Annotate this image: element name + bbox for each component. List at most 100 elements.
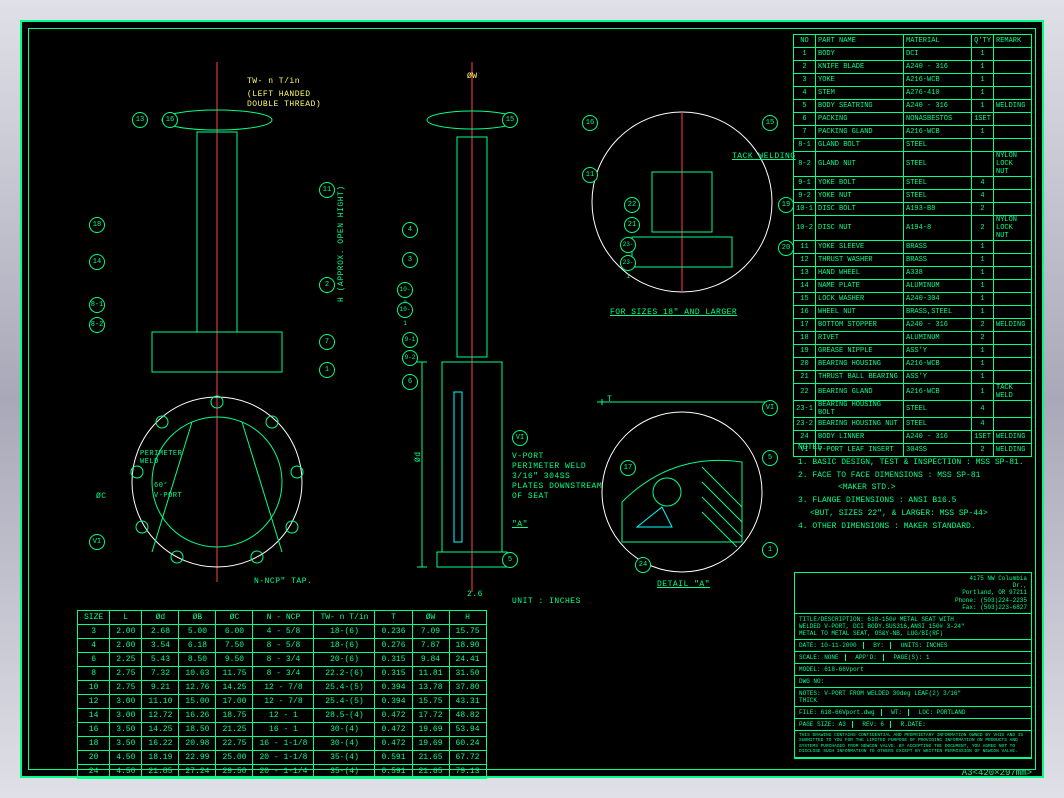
a-ref: "A"	[512, 520, 528, 529]
dim-header: T	[375, 611, 412, 625]
notes-row: NOTES: V-PORT FROM WELDED 30deg LEAF(2) …	[795, 688, 1031, 707]
bom-row: 9-2YOKE NUTSTEEL4	[794, 190, 1032, 203]
dim-row: 42.003.546.187.508 - 5/818-(6)0.2767.871…	[78, 639, 487, 653]
vport-note-3: 3/16" 304SS	[512, 472, 570, 481]
balloon-14: 14	[89, 254, 105, 270]
balloon-d1-20: 20	[778, 240, 794, 256]
balloon-9-2: 9-2	[402, 350, 418, 366]
bom-row: 22BEARING GLANDA216-WCB1TACK WELD	[794, 384, 1032, 401]
bom-row: 2KNIFE BLADEA240 - 3161	[794, 61, 1032, 74]
front-view	[131, 62, 303, 582]
bom-row: 9-1YOKE BOLTSTEEL4	[794, 177, 1032, 190]
notes-block: NOTES 1. BASIC DESIGN, TEST & INSPECTION…	[798, 442, 1024, 534]
perimeter-weld-2: WELD	[140, 458, 159, 466]
bom-row: 5BODY SEATRINGA240 - 3161WELDING	[794, 100, 1032, 113]
balloon-6: 6	[402, 374, 418, 390]
ow-label: ØW	[467, 72, 478, 81]
bom-row: 11YOKE SLEEVEBRASS1	[794, 241, 1032, 254]
scale-appd-pages: SCALE: NONE APP'D: PAGE(S): 1	[795, 652, 1031, 664]
bom-row: 16WHEEL NUTBRASS,STEEL1	[794, 306, 1032, 319]
bom-row: 1BODYDCI1	[794, 48, 1032, 61]
bom-row: 6PACKINGNONASBESTOS1SET	[794, 113, 1032, 126]
bom-h-part: PART NAME	[816, 35, 904, 48]
perimeter-weld-1: PERIMETER	[140, 450, 182, 458]
bom-h-rem: REMARK	[994, 35, 1032, 48]
dim-row: 183.5016.2220.9822.7516 - 1-1/830-(4)0.4…	[78, 737, 487, 751]
company-address: 4175 NW Columbia Dr., Portland, OR 97211…	[795, 573, 1031, 614]
note-3b: <BUT, SIZES 22", & LARGER: MSS SP-44>	[798, 508, 1024, 521]
bom-row: 4STEMA276-4101	[794, 87, 1032, 100]
pagesize-rev: PAGE SIZE: A3 REV: 6 R.DATE:	[795, 719, 1031, 731]
bom-row: 10-1DISC BOLTA193-B82	[794, 203, 1032, 216]
dim-header: N - NCP	[253, 611, 314, 625]
T-lbl: T	[607, 395, 612, 404]
for-sizes: FOR SIZES 18" AND LARGER	[610, 308, 737, 317]
balloon-vi-side: VI	[512, 430, 528, 446]
detail-a	[602, 412, 762, 572]
model-row: MODEL: 618-66Vport	[795, 664, 1031, 676]
balloon-d1-19: 19	[778, 197, 794, 213]
dim-header: ØB	[179, 611, 216, 625]
balloon-4: 4	[402, 222, 418, 238]
dim-row: 143.0012.7216.2618.7512 - 128.5-(4)0.472…	[78, 709, 487, 723]
side-view	[417, 62, 517, 592]
title-block: 4175 NW Columbia Dr., Portland, OR 97211…	[794, 572, 1032, 759]
balloon-1: 1	[319, 362, 335, 378]
balloon-da-1: 1	[762, 542, 778, 558]
dim-header: Ød	[142, 611, 179, 625]
bom-row: 14NAME PLATEALUMINUM1	[794, 280, 1032, 293]
detail-top	[592, 112, 772, 292]
dim-header: TW- n T/in	[314, 611, 375, 625]
dim-header: ØW	[412, 611, 449, 625]
balloon-d1-21: 21	[624, 217, 640, 233]
balloon-9-1: 9-1	[402, 332, 418, 348]
note-2: 2. FACE TO FACE DIMENSIONS : MSS SP-81	[798, 470, 1024, 483]
balloon-8-1: 8-1	[89, 297, 105, 313]
page-size-label: A3<420×297mm>	[962, 768, 1032, 778]
bom-table: NO PART NAME MATERIAL Q'TY REMARK 1BODYD…	[793, 34, 1032, 457]
bom-h-no: NO	[794, 35, 816, 48]
dim-row: 204.5018.1922.9925.0020 - 1-1/835-(4)0.5…	[78, 751, 487, 765]
vport-note-2: PERIMETER WELD	[512, 462, 586, 471]
bom-row: 20BEARING HOUSINGA216-WCB1	[794, 358, 1032, 371]
bom-row: 21THRUST BALL BEARINGASS'Y1	[794, 371, 1032, 384]
od-label: Ød	[414, 451, 423, 462]
bom-row: 7PACKING GLANDA216-WCB1	[794, 126, 1032, 139]
detail-a-label: DETAIL "A"	[657, 580, 710, 589]
balloon-2: 2	[319, 277, 335, 293]
left-handed-1: (LEFT HANDED	[247, 90, 311, 99]
vport-note-4: PLATES DOWNSTREAM	[512, 482, 602, 491]
bom-row: 23-1BEARING HOUSING BOLTSTEEL4	[794, 401, 1032, 418]
vport-lbl: V-PORT	[154, 492, 182, 500]
balloon-18: 18	[89, 217, 105, 233]
note-3: 3. FLANGE DIMENSIONS : ANSI B16.5	[798, 495, 1024, 508]
dim-header: L	[110, 611, 142, 625]
thread-note: TW- n T/in	[247, 77, 300, 86]
dim-row: 244.5021.8527.2429.5020 - 1-1/435-(4)0.5…	[78, 765, 487, 779]
scale-26: 2.6	[467, 590, 483, 599]
balloon-vi-front: VI	[89, 534, 105, 550]
dim-row: 102.759.2112.7614.2512 - 7/825.4-(5)0.39…	[78, 681, 487, 695]
dim-header: H	[449, 611, 486, 625]
dim-row: 62.255.438.509.508 - 3/420-(6)0.3159.842…	[78, 653, 487, 667]
balloon-da-17: 17	[620, 460, 636, 476]
bom-h-qty: Q'TY	[972, 35, 994, 48]
bom-row: 19GREASE NIPPLEASS'Y1	[794, 345, 1032, 358]
notes-title: NOTES	[798, 442, 1024, 455]
bom-row: 13HAND WHEELA3381	[794, 267, 1032, 280]
n-np-tap: N-NCP" TAP.	[254, 577, 312, 586]
title-desc: TITLE/DESCRIPTION: 618-150# METAL SEAT W…	[795, 614, 1031, 640]
note-4: 4. OTHER DIMENSIONS : MAKER STANDARD.	[798, 521, 1024, 534]
dim-row: 123.0011.1015.0017.0012 - 7/825.4-(5)0.3…	[78, 695, 487, 709]
balloon-5: 5	[502, 552, 518, 568]
balloon-d1-23-2: 23-2	[620, 237, 636, 253]
bom-row: 8-1GLAND BOLTSTEEL	[794, 139, 1032, 152]
balloon-d1-23-1: 23-1	[620, 255, 636, 271]
bom-row: 23-2BEARING HOUSING NUTSTEEL4	[794, 418, 1032, 431]
vport-note-1: V-PORT	[512, 452, 544, 461]
balloon-8-2: 8-2	[89, 317, 105, 333]
bom-h-mat: MATERIAL	[904, 35, 972, 48]
approx-open-height: H (APPROX. OPEN HIGHT)	[337, 185, 346, 302]
balloon-13: 13	[132, 112, 148, 128]
unit-label: UNIT : INCHES	[512, 597, 581, 606]
